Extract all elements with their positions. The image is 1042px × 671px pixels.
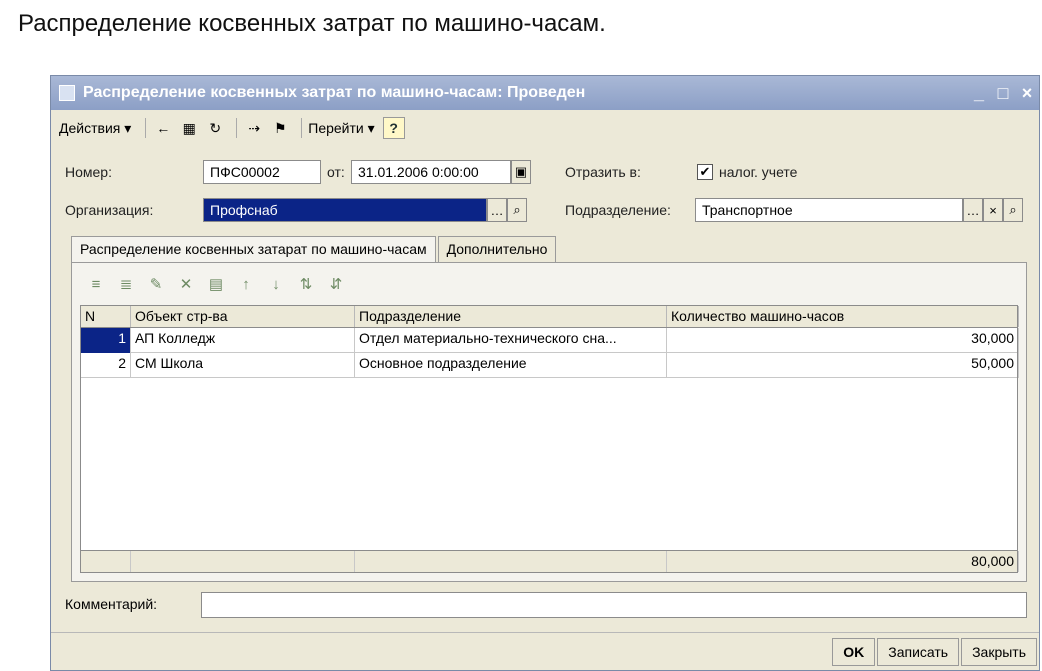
row-hours[interactable]: 50,000 (667, 353, 1019, 378)
move-up-icon[interactable]: ↑ (234, 272, 258, 296)
search-icon[interactable]: ⌕ (1003, 198, 1023, 222)
toolbar-separator (301, 118, 303, 138)
arrow-left-icon[interactable]: ← (152, 118, 174, 138)
goto-label: Перейти (308, 120, 364, 136)
end-edit-icon[interactable]: ▤ (204, 272, 228, 296)
tab-panel: ≡ ≣ ✎ ✕ ▤ ↑ ↓ ⇅ ⇵ N Объект стр-ва Подраз… (71, 262, 1027, 582)
data-grid: N Объект стр-ва Подразделение Количество… (80, 305, 1019, 573)
from-label: от: (327, 164, 345, 180)
total-hours: 80,000 (667, 551, 1019, 572)
row-division[interactable]: Отдел материально-технического сна... (355, 328, 667, 353)
minimize-icon[interactable]: _ (967, 83, 991, 104)
number-label: Номер: (65, 164, 112, 180)
toolbar-separator (236, 118, 238, 138)
search-icon[interactable]: ⌕ (507, 198, 527, 222)
save-button[interactable]: Записать (877, 637, 960, 666)
organization-field[interactable]: Профснаб (203, 198, 487, 222)
chart-icon[interactable]: ▦ (178, 118, 200, 138)
actions-label: Действия (59, 120, 121, 136)
calendar-icon[interactable]: ▣ (511, 160, 531, 184)
header-division[interactable]: Подразделение (355, 306, 667, 327)
delete-row-icon[interactable]: ✕ (174, 272, 198, 296)
footer-cell (355, 551, 667, 572)
row-division[interactable]: Основное подразделение (355, 353, 667, 378)
row-number[interactable]: 2 (81, 353, 131, 378)
chevron-down-icon: ▾ (120, 119, 132, 136)
cancel-post-icon[interactable]: ⚑ (269, 118, 291, 138)
row-object[interactable]: АП Колледж (131, 328, 355, 353)
clear-icon[interactable]: × (983, 198, 1003, 222)
close-button[interactable]: Закрыть (961, 637, 1037, 666)
row-number[interactable]: 1 (81, 328, 131, 353)
toolbar-separator (145, 118, 147, 138)
division-field[interactable]: Транспортное (695, 198, 963, 222)
document-icon (59, 85, 75, 101)
close-icon[interactable]: × (1015, 83, 1039, 104)
toolbar: Действия ▾ ← ▦ ↻ ⇢ ⚑ Перейти ▾ ? (51, 112, 1039, 144)
button-bar: OK Записать Закрыть (51, 632, 1039, 670)
ok-button[interactable]: OK (832, 637, 876, 666)
grid-footer: 80,000 (81, 550, 1019, 572)
ellipsis-icon[interactable]: … (963, 198, 983, 222)
sort-asc-icon[interactable]: ⇅ (294, 272, 318, 296)
grid-toolbar: ≡ ≣ ✎ ✕ ▤ ↑ ↓ ⇅ ⇵ (84, 271, 354, 297)
division-label: Подразделение: (565, 202, 671, 218)
window-titlebar: Распределение косвенных затрат по машино… (51, 76, 1039, 110)
reflect-label: Отразить в: (565, 164, 641, 180)
edit-row-icon[interactable]: ✎ (144, 272, 168, 296)
document-window: Распределение косвенных затрат по машино… (50, 75, 1040, 671)
post-icon[interactable]: ⇢ (243, 118, 265, 138)
table-row[interactable]: 1 АП Колледж Отдел материально-техническ… (81, 328, 1019, 353)
copy-row-icon[interactable]: ≣ (114, 272, 138, 296)
tab-additional[interactable]: Дополнительно (437, 236, 557, 262)
sort-desc-icon[interactable]: ⇵ (324, 272, 348, 296)
chevron-down-icon: ▾ (363, 119, 375, 136)
header-hours[interactable]: Количество машино-часов (667, 306, 1019, 327)
grid-header: N Объект стр-ва Подразделение Количество… (81, 306, 1019, 328)
tax-checkbox-label: налог. учете (719, 164, 798, 180)
slide-title: Распределение косвенных затрат по машино… (18, 10, 606, 37)
refresh-icon[interactable]: ↻ (204, 118, 226, 138)
table-row[interactable]: 2 СМ Школа Основное подразделение 50,000 (81, 353, 1019, 378)
move-down-icon[interactable]: ↓ (264, 272, 288, 296)
header-n[interactable]: N (81, 306, 131, 327)
row-hours[interactable]: 30,000 (667, 328, 1019, 353)
window-title: Распределение косвенных затрат по машино… (83, 84, 586, 101)
number-field[interactable]: ПФС00002 (203, 160, 321, 184)
goto-menu[interactable]: Перейти ▾ (308, 120, 374, 137)
ellipsis-icon[interactable]: … (487, 198, 507, 222)
tax-checkbox[interactable]: ✔ (697, 164, 713, 180)
help-button[interactable]: ? (382, 117, 405, 139)
maximize-icon[interactable]: □ (991, 83, 1015, 104)
tab-bar: Распределение косвенных затарат по машин… (71, 236, 558, 262)
add-row-icon[interactable]: ≡ (84, 272, 108, 296)
organization-label: Организация: (65, 202, 154, 218)
actions-menu[interactable]: Действия ▾ (59, 120, 131, 137)
footer-cell (131, 551, 355, 572)
footer-cell (81, 551, 131, 572)
comment-field[interactable] (201, 592, 1027, 618)
row-object[interactable]: СМ Школа (131, 353, 355, 378)
tab-distribution[interactable]: Распределение косвенных затарат по машин… (71, 236, 436, 262)
date-field[interactable]: 31.01.2006 0:00:00 (351, 160, 511, 184)
comment-label: Комментарий: (65, 596, 158, 612)
header-object[interactable]: Объект стр-ва (131, 306, 355, 327)
